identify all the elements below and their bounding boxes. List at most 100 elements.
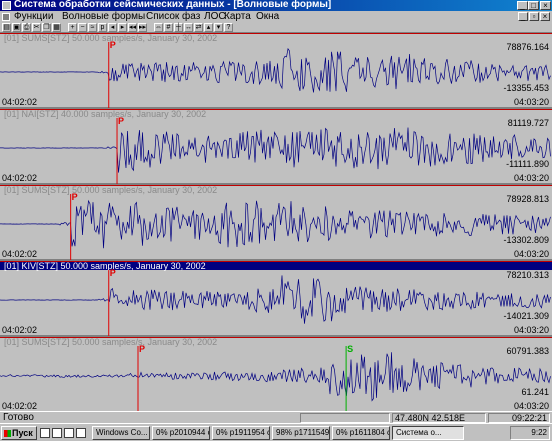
- task-button-seismic-system[interactable]: Система о...: [392, 426, 464, 440]
- mdi-restore-button[interactable]: ▫: [529, 12, 539, 21]
- phase-label[interactable]: S: [347, 344, 353, 354]
- filter-icon[interactable]: ≈: [88, 23, 97, 32]
- cut-icon[interactable]: ✂: [32, 23, 41, 32]
- amplitude-min: 61.241: [521, 387, 549, 397]
- fit-icon[interactable]: ⇔: [154, 23, 163, 32]
- shrink-icon[interactable]: ⇄: [194, 23, 203, 32]
- start-button[interactable]: Пуск: [1, 426, 37, 440]
- waveform-trace: [0, 47, 551, 93]
- time-start: 04:02:02: [2, 173, 38, 183]
- waveform-panel[interactable]: [01] NAI[STZ] 40.000 samples/s, January …: [0, 109, 552, 184]
- amplitude-min: -13355.453: [503, 83, 549, 93]
- waveform-panel[interactable]: [01] KIV[STZ] 50.000 samples/s, January …: [0, 261, 552, 336]
- amplitude-max: 81119.727: [507, 118, 549, 128]
- copy-icon[interactable]: ❐: [42, 23, 51, 32]
- pick-icon[interactable]: p: [98, 23, 107, 32]
- window-title: Система обработки сейсмических данных - …: [14, 0, 332, 10]
- time-end: 04:03:20: [513, 97, 549, 107]
- down-icon[interactable]: ▾: [214, 23, 223, 32]
- amplitude-min: -11111.890: [506, 159, 549, 169]
- windows-logo-icon: [4, 430, 11, 437]
- last-icon[interactable]: ▸▸: [138, 23, 147, 32]
- channel-header[interactable]: [01] NAI[STZ] 40.000 samples/s, January …: [0, 110, 552, 119]
- menu-phase-list[interactable]: Список фаз: [146, 11, 200, 23]
- zoom-out-icon[interactable]: −: [78, 23, 87, 32]
- status-cell-empty: [300, 413, 390, 423]
- task-button-windows-commander[interactable]: Windows Co...: [92, 426, 150, 440]
- menu-map[interactable]: Карта: [224, 11, 251, 23]
- task-button-p2010944[interactable]: 0% p2010944 c...: [152, 426, 210, 440]
- channel-header[interactable]: [01] KIV[STZ] 50.000 samples/s, January …: [0, 262, 552, 271]
- start-label: Пуск: [12, 428, 33, 438]
- taskbar: Пуск Windows Co... 0% p2010944 c... 0% p…: [0, 423, 552, 441]
- paste-icon[interactable]: ▦: [52, 23, 61, 32]
- title-bar[interactable]: Система обработки сейсмических данных - …: [0, 0, 552, 11]
- up-icon[interactable]: ▴: [204, 23, 213, 32]
- waveform-panel[interactable]: [01] SUMS[STZ] 50.000 samples/s, January…: [0, 33, 552, 108]
- seismogram-plot[interactable]: [0, 194, 552, 260]
- ruler-icon[interactable]: ┼: [174, 23, 183, 32]
- time-end: 04:03:20: [513, 325, 549, 335]
- waveform-trace: [0, 275, 551, 324]
- seismogram-plot[interactable]: [0, 270, 552, 336]
- phase-label[interactable]: P: [72, 192, 78, 202]
- amplitude-max: 78210.313: [506, 270, 549, 280]
- task-button-p1711549[interactable]: 98% p1711549 ...: [272, 426, 330, 440]
- menu-windows[interactable]: Окна: [256, 11, 279, 23]
- seismogram-plot[interactable]: [0, 346, 552, 412]
- seismogram-plot[interactable]: [0, 42, 552, 108]
- time-end: 04:03:20: [513, 249, 549, 259]
- save-icon[interactable]: ▣: [12, 23, 21, 32]
- phase-label[interactable]: P: [118, 116, 124, 126]
- channel-header[interactable]: [01] SUMS[STZ] 50.000 samples/s, January…: [0, 338, 552, 347]
- status-bar: Готово 47.480N 42.518E 09:22:21: [0, 411, 552, 423]
- amplitude-min: -13302.809: [503, 235, 549, 245]
- menu-los[interactable]: ЛОС: [204, 11, 226, 23]
- task-button-p1911954[interactable]: 0% p1911954 c...: [212, 426, 270, 440]
- amplitude-max: 78876.164: [506, 42, 549, 52]
- menu-waveforms[interactable]: Волновые формы: [62, 11, 145, 23]
- time-end: 04:03:20: [513, 173, 549, 183]
- menu-bar: Функции Волновые формы Список фаз ЛОС Ка…: [0, 11, 552, 23]
- quicklaunch-icon[interactable]: [52, 428, 62, 438]
- phase-label[interactable]: P: [110, 268, 116, 278]
- waveform-panel[interactable]: [01] SUMS[STZ] 50.000 samples/s, January…: [0, 337, 552, 412]
- menu-functions[interactable]: Функции: [14, 11, 53, 23]
- arrow-left-icon[interactable]: ◂: [108, 23, 117, 32]
- zoom-in-icon[interactable]: +: [68, 23, 77, 32]
- mdi-minimize-button[interactable]: _: [518, 12, 528, 21]
- system-tray: 9:22: [510, 426, 550, 440]
- open-icon[interactable]: ▤: [2, 23, 11, 32]
- help-icon[interactable]: ?: [224, 23, 233, 32]
- status-time: 09:22:21: [488, 413, 550, 423]
- time-start: 04:02:02: [2, 325, 38, 335]
- quicklaunch-icon[interactable]: [64, 428, 74, 438]
- amplitude-max: 60791.383: [506, 346, 549, 356]
- quicklaunch-icon[interactable]: [76, 428, 86, 438]
- mdi-close-button[interactable]: ×: [540, 12, 550, 21]
- document-icon[interactable]: [2, 13, 10, 21]
- seismogram-plot[interactable]: [0, 118, 552, 184]
- arrow-right-icon[interactable]: ▸: [118, 23, 127, 32]
- phase-label[interactable]: P: [110, 40, 116, 50]
- phase-label[interactable]: P: [139, 344, 145, 354]
- toolbar: ▤ ▣ ⎙ ✂ ❐ ▦ + − ≈ p ◂ ▸ ◂◂ ▸▸ ⇔ # ┼ ↔ ⇄ ▴ ▾?: [0, 23, 552, 33]
- first-icon[interactable]: ◂◂: [128, 23, 137, 32]
- quicklaunch-icon[interactable]: [40, 428, 50, 438]
- task-button-p1611804[interactable]: 0% p1611804 c...: [332, 426, 390, 440]
- time-start: 04:02:02: [2, 97, 38, 107]
- grid-icon[interactable]: #: [164, 23, 173, 32]
- stretch-icon[interactable]: ↔: [184, 23, 193, 32]
- minimize-button[interactable]: _: [517, 1, 528, 10]
- channel-header[interactable]: [01] SUMS[STZ] 50.000 samples/s, January…: [0, 34, 552, 43]
- waveform-trace: [0, 352, 551, 402]
- time-end: 04:03:20: [513, 401, 549, 411]
- channel-header[interactable]: [01] SUMS[STZ] 50.000 samples/s, January…: [0, 186, 552, 195]
- maximize-button[interactable]: □: [528, 1, 539, 10]
- waveform-trace: [0, 199, 551, 249]
- print-icon[interactable]: ⎙: [22, 23, 31, 32]
- waveform-area: [01] SUMS[STZ] 50.000 samples/s, January…: [0, 33, 552, 412]
- close-button[interactable]: ×: [540, 1, 551, 10]
- waveform-panel[interactable]: [01] SUMS[STZ] 50.000 samples/s, January…: [0, 185, 552, 260]
- amplitude-max: 78928.813: [506, 194, 549, 204]
